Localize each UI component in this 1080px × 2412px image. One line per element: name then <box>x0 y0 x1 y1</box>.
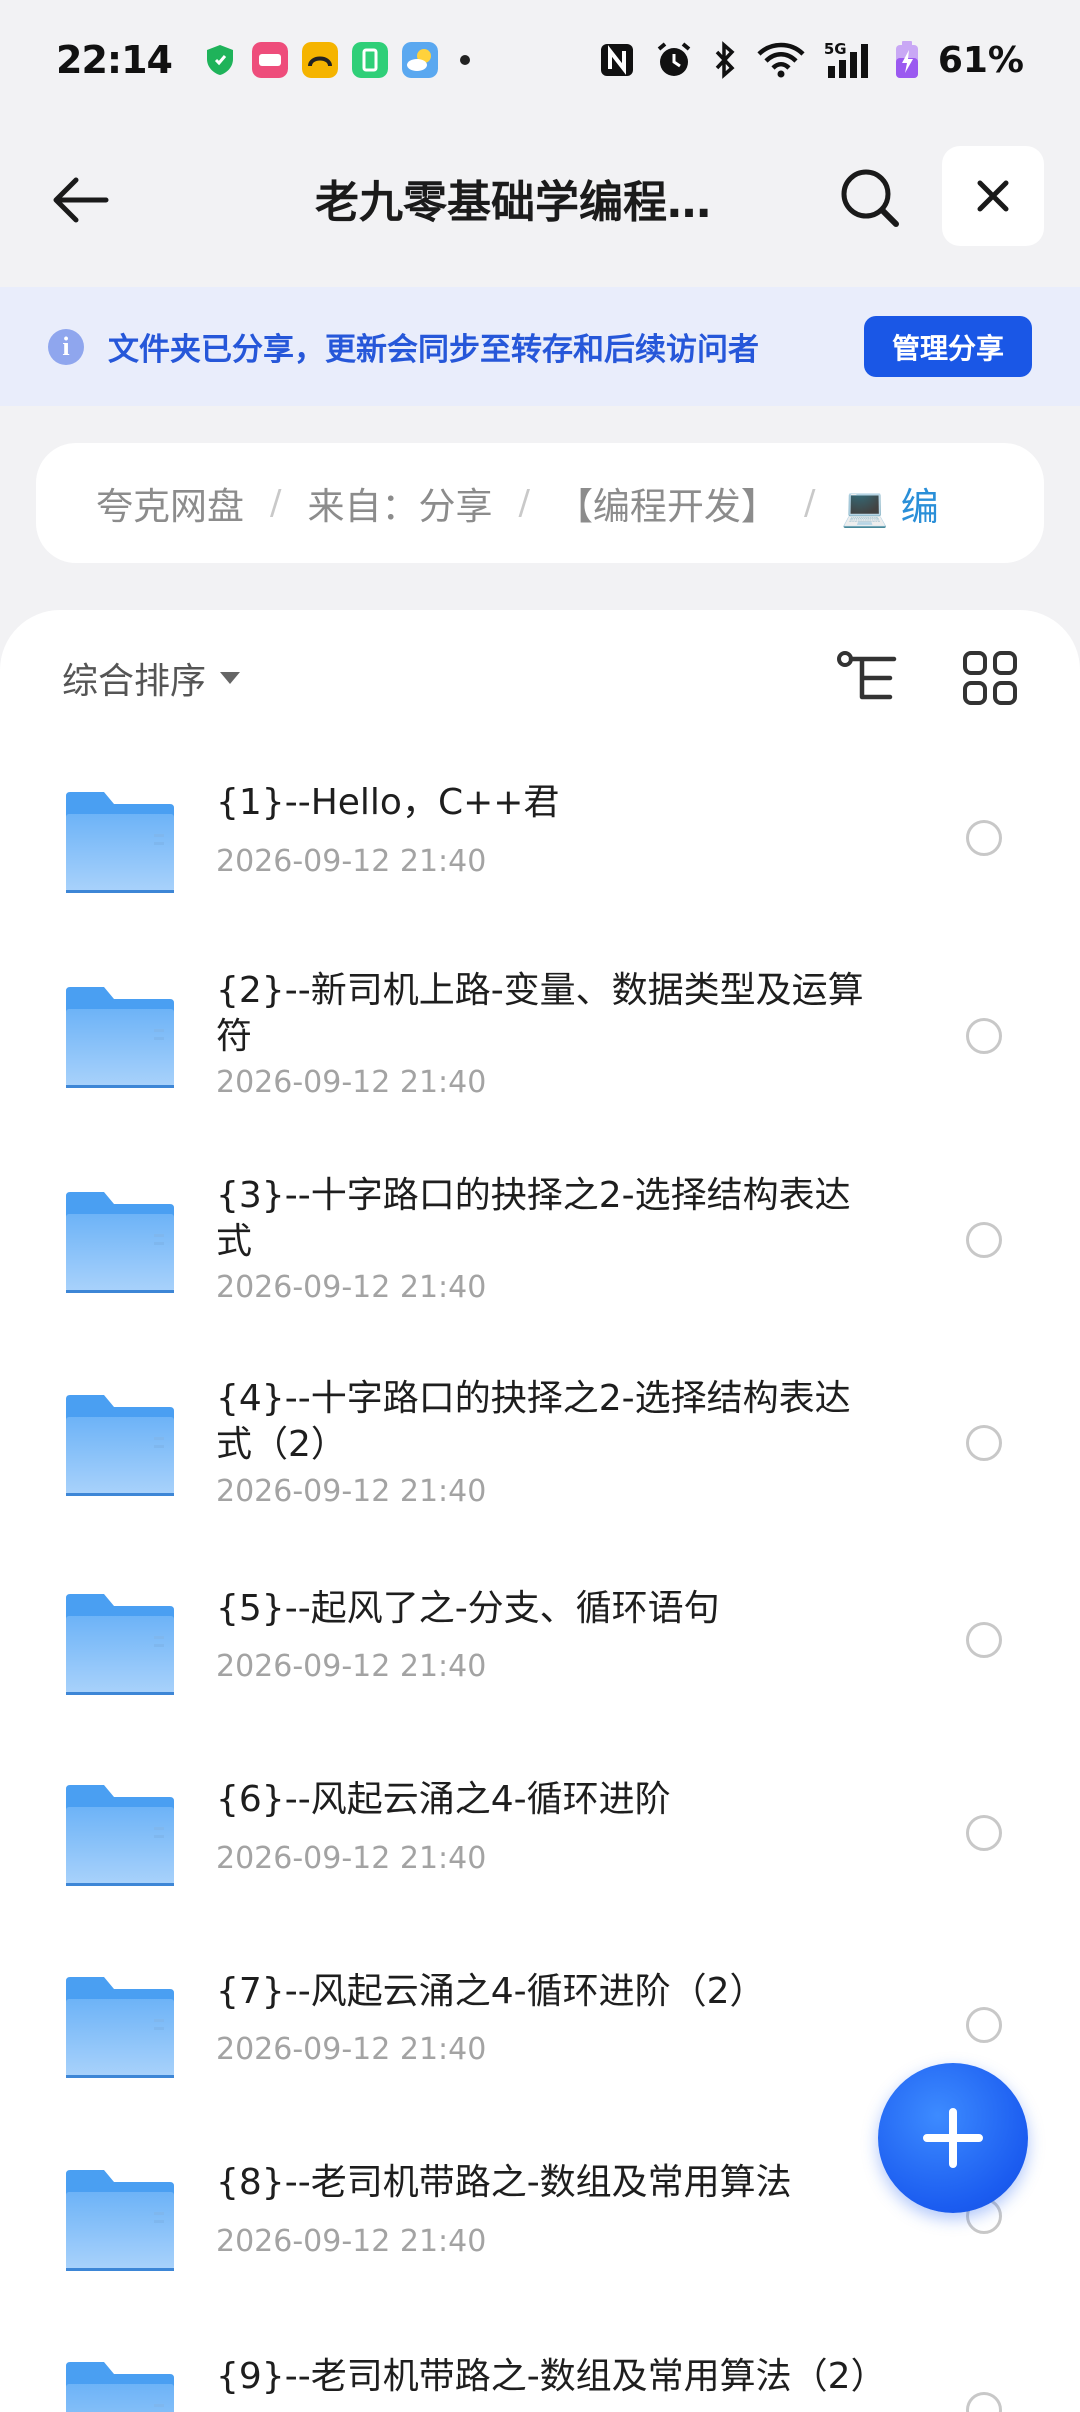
battery-app-icon <box>351 42 388 78</box>
folder-name: {8}--老司机带路之-数组及常用算法 <box>216 2162 792 2203</box>
breadcrumb-separator: / <box>270 483 282 523</box>
info-icon: i <box>48 328 84 365</box>
folder-name: {9}--老司机带路之-数组及常用算法（2） <box>216 2356 887 2397</box>
folder-date: 2026-09-12 21:40 <box>216 2032 487 2067</box>
folder-icon <box>64 1190 176 1294</box>
folder-icon <box>64 1592 176 1696</box>
select-radio[interactable] <box>966 1018 1002 1054</box>
select-radio[interactable] <box>966 1622 1002 1658</box>
folder-name: {3}--十字路口的抉择之2-选择结构表达式 <box>216 1175 851 1262</box>
breadcrumb-item-shared[interactable]: 来自：分享 <box>307 476 492 530</box>
chevron-down-icon <box>220 672 241 684</box>
alarm-icon <box>657 42 691 76</box>
share-banner-text: 文件夹已分享，更新会同步至转存和后续访问者 <box>108 332 759 368</box>
folder-icon <box>64 2168 176 2272</box>
folder-icon <box>64 1783 176 1887</box>
select-radio[interactable] <box>966 820 1002 856</box>
sort-dropdown[interactable]: 综合排序 <box>62 652 241 704</box>
folder-icon <box>64 790 176 894</box>
bluetooth-icon <box>715 41 735 79</box>
select-radio[interactable] <box>966 2007 1002 2043</box>
breadcrumb-separator: / <box>803 483 816 523</box>
folder-name: {2}--新司机上路-变量、数据类型及运算符 <box>216 970 864 1057</box>
search-icon <box>841 169 899 227</box>
folder-name: {6}--风起云涌之4-循环进阶 <box>216 1779 671 1820</box>
folder-date: 2026-09-12 21:40 <box>216 844 487 879</box>
battery-charging-icon <box>895 41 918 78</box>
breadcrumb-item-current[interactable]: 💻 编 <box>841 476 938 531</box>
breadcrumb-item-root[interactable]: 夸克网盘 <box>96 476 244 530</box>
folder-name: {5}--起风了之-分支、循环语句 <box>216 1588 720 1629</box>
folder-date: 2026-09-12 21:40 <box>216 1841 487 1876</box>
folder-name: {4}--十字路口的抉择之2-选择结构表达式（2） <box>216 1378 851 1465</box>
select-radio[interactable] <box>966 1815 1002 1851</box>
folder-date: 2026-09-12 21:40 <box>216 2224 487 2259</box>
add-button[interactable] <box>878 2063 1028 2213</box>
music-app-icon <box>251 42 288 78</box>
close-button[interactable] <box>942 146 1044 246</box>
weather-icon <box>401 42 438 78</box>
status-bar: 22:14 5G 61% <box>0 0 1080 120</box>
notification-icons <box>202 42 470 78</box>
folder-date: 2026-09-12 21:40 <box>216 1649 487 1684</box>
plus-icon <box>923 2108 983 2168</box>
folder-date: 2026-09-12 21:40 <box>216 1065 487 1100</box>
system-icons: 5G 61% <box>598 40 1024 81</box>
app-header: 老九零基础学编程… <box>0 140 1080 255</box>
folder-icon <box>64 1975 176 2079</box>
page-title: 老九零基础学编程… <box>315 177 711 228</box>
arrow-left-icon <box>53 177 109 223</box>
breadcrumb: 夸克网盘 / 来自：分享 / 【编程开发】 / 💻 编 <box>36 443 1044 563</box>
folder-date: 2026-09-12 21:40 <box>216 1270 487 1305</box>
back-button[interactable] <box>40 160 120 240</box>
nfc-icon <box>600 44 633 76</box>
search-button[interactable] <box>830 158 910 238</box>
wifi-icon <box>757 42 805 78</box>
sort-label: 综合排序 <box>62 661 207 702</box>
breadcrumb-separator: / <box>518 483 530 523</box>
tree-view-icon[interactable] <box>836 650 900 706</box>
select-radio[interactable] <box>966 2392 1002 2412</box>
grid-view-icon[interactable] <box>962 650 1018 706</box>
shield-icon <box>206 45 233 75</box>
breadcrumb-item-category[interactable]: 【编程开发】 <box>556 476 778 530</box>
folder-icon <box>64 1393 176 1497</box>
manage-share-button[interactable]: 管理分享 <box>864 316 1032 377</box>
close-icon <box>977 180 1009 212</box>
car-app-icon <box>301 42 338 78</box>
battery-percent: 61% <box>937 39 1024 81</box>
cellular-signal: 5G <box>824 40 876 80</box>
folder-date: 2026-09-12 21:40 <box>216 1474 487 1509</box>
signal-bars-icon <box>827 44 868 78</box>
folder-name: {7}--风起云涌之4-循环进阶（2） <box>216 1971 766 2012</box>
status-time: 22:14 <box>56 38 173 82</box>
select-radio[interactable] <box>966 1222 1002 1258</box>
share-banner: i 文件夹已分享，更新会同步至转存和后续访问者 管理分享 <box>0 287 1080 406</box>
folder-icon <box>64 985 176 1089</box>
folder-name: {1}--Hello，C++君 <box>216 782 560 823</box>
more-notifications-dot <box>459 55 470 65</box>
select-radio[interactable] <box>966 1425 1002 1461</box>
folder-icon <box>64 2360 176 2412</box>
